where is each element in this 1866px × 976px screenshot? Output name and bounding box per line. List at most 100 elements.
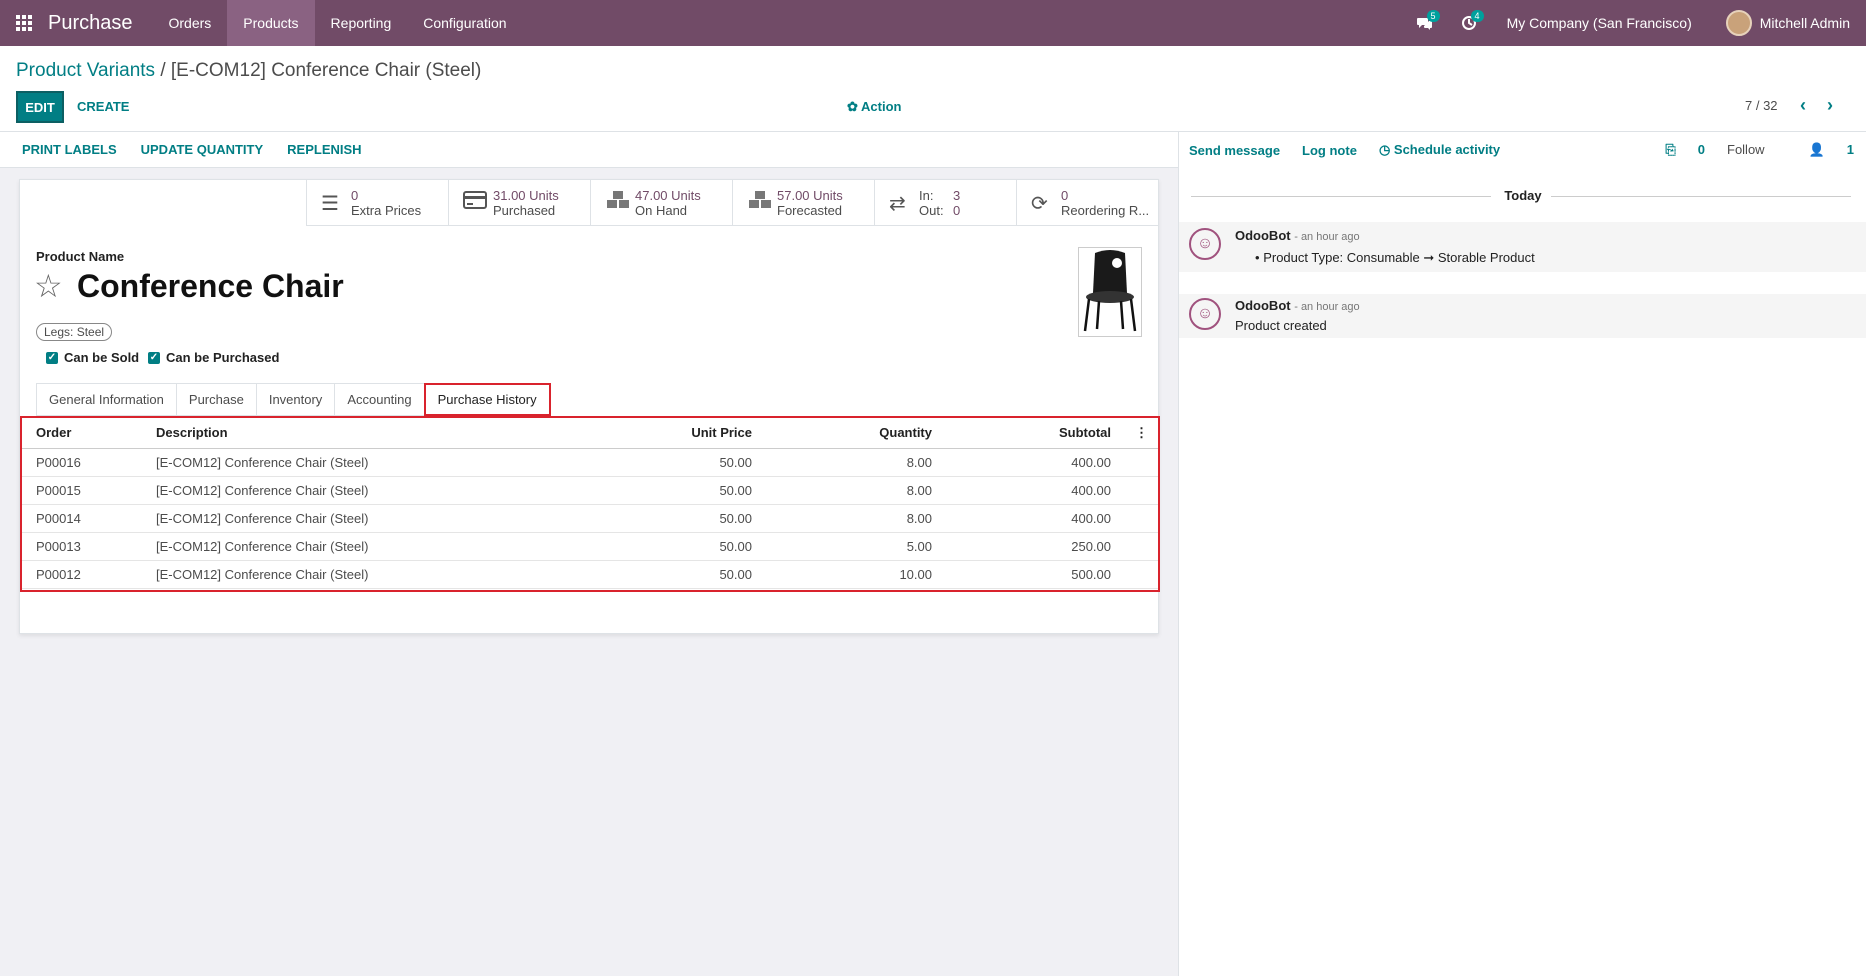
tab-purchase-history[interactable]: Purchase History <box>423 383 551 416</box>
print-labels-button[interactable]: PRINT LABELS <box>10 142 129 157</box>
log-note-button[interactable]: Log note <box>1302 143 1357 158</box>
product-image[interactable] <box>1078 247 1142 337</box>
smart-label: Purchased <box>493 203 556 218</box>
forecasted-button[interactable]: 57.00 Units Forecasted <box>732 180 874 226</box>
cell-subtotal: 400.00 <box>942 504 1121 533</box>
cell-order: P00012 <box>22 560 142 589</box>
tab-purchase[interactable]: Purchase <box>175 383 256 416</box>
pager-next-icon[interactable]: › <box>1827 95 1833 116</box>
notebook-tabs: General Information Purchase Inventory A… <box>36 383 551 416</box>
smart-label: Reordering R... <box>1061 203 1150 218</box>
cell-description: [E-COM12] Conference Chair (Steel) <box>142 532 582 561</box>
cell-subtotal: 400.00 <box>942 448 1121 477</box>
activities-icon[interactable]: 4 <box>1447 0 1491 46</box>
table-header-row: Order Description Unit Price Quantity Su… <box>22 418 1158 449</box>
on-hand-button[interactable]: 47.00 Units On Hand <box>590 180 732 226</box>
attachments-button[interactable]: ⎘ 0 <box>1643 142 1705 158</box>
table-row[interactable]: P00012 [E-COM12] Conference Chair (Steel… <box>22 560 1158 589</box>
cell-subtotal: 500.00 <box>942 560 1121 589</box>
edit-button[interactable]: EDIT <box>16 91 64 123</box>
purchased-button[interactable]: 31.00 Units Purchased <box>448 180 590 226</box>
message-author[interactable]: OdooBot <box>1235 298 1291 313</box>
messages-icon[interactable]: 5 <box>1403 0 1447 46</box>
cell-subtotal: 400.00 <box>942 476 1121 505</box>
menu-configuration[interactable]: Configuration <box>407 0 522 46</box>
cell-unit-price: 50.00 <box>582 448 762 477</box>
cell-empty <box>1121 448 1158 477</box>
column-options-icon[interactable]: ⋮ <box>1121 418 1158 449</box>
send-message-button[interactable]: Send message <box>1189 143 1280 158</box>
can-be-purchased-checkbox[interactable]: ✓ Can be Purchased <box>148 350 279 365</box>
favorite-star-icon[interactable]: ☆ <box>34 267 63 305</box>
top-navbar: Purchase Orders Products Reporting Confi… <box>0 0 1866 46</box>
cell-unit-price: 50.00 <box>582 504 762 533</box>
tab-general-information[interactable]: General Information <box>36 383 176 416</box>
chatter-message: ☺ OdooBot - an hour ago • Product Type: … <box>1179 222 1866 272</box>
app-brand[interactable]: Purchase <box>48 12 153 35</box>
tab-accounting[interactable]: Accounting <box>334 383 424 416</box>
form-sheet: ☰ 0 Extra Prices 31.00 Units Purchased 4… <box>19 179 1160 634</box>
apps-menu-icon[interactable] <box>0 0 48 46</box>
followers-button[interactable]: 👤 1 <box>1787 142 1854 158</box>
cell-order: P00016 <box>22 448 142 477</box>
update-quantity-button[interactable]: UPDATE QUANTITY <box>129 142 276 157</box>
form-statusbar: PRINT LABELS UPDATE QUANTITY REPLENISH <box>0 132 1178 168</box>
cell-description: [E-COM12] Conference Chair (Steel) <box>142 448 582 477</box>
extra-prices-button[interactable]: ☰ 0 Extra Prices <box>306 180 448 226</box>
table-row[interactable]: P00014 [E-COM12] Conference Chair (Steel… <box>22 504 1158 533</box>
cell-empty <box>1121 560 1158 589</box>
smart-label: On Hand <box>635 203 688 218</box>
follow-button[interactable]: Follow <box>1727 142 1765 158</box>
breadcrumb-parent[interactable]: Product Variants <box>16 60 155 81</box>
cubes-icon <box>747 190 777 216</box>
cubes-icon <box>605 190 635 216</box>
refresh-icon: ⟳ <box>1031 192 1048 215</box>
purchase-history-table: Order Description Unit Price Quantity Su… <box>20 416 1160 592</box>
menu-orders[interactable]: Orders <box>153 0 228 46</box>
table-row[interactable]: P00015 [E-COM12] Conference Chair (Steel… <box>22 476 1158 505</box>
cell-empty <box>1121 504 1158 533</box>
column-unit-price[interactable]: Unit Price <box>582 418 762 449</box>
tab-inventory[interactable]: Inventory <box>255 383 335 416</box>
messages-badge: 5 <box>1426 10 1440 22</box>
checkbox-checked-icon: ✓ <box>46 351 58 364</box>
column-description[interactable]: Description <box>142 418 582 449</box>
action-label: Action <box>861 99 902 114</box>
form-view: PRINT LABELS UPDATE QUANTITY REPLENISH ☰… <box>0 132 1178 976</box>
column-quantity[interactable]: Quantity <box>762 418 942 449</box>
cell-quantity: 8.00 <box>762 476 942 505</box>
pager-value[interactable]: 7 / 32 <box>1745 98 1778 113</box>
pager-previous-icon[interactable]: ‹ <box>1800 95 1806 116</box>
table-row[interactable]: P00016 [E-COM12] Conference Chair (Steel… <box>22 448 1158 477</box>
credit-card-icon <box>463 191 493 215</box>
cell-empty <box>1121 476 1158 505</box>
create-button[interactable]: CREATE <box>77 99 129 114</box>
message-body: • Product Type: Consumable ➞ Storable Pr… <box>1255 250 1535 266</box>
user-icon: 👤 <box>1808 142 1825 157</box>
message-author[interactable]: OdooBot <box>1235 228 1291 243</box>
product-name: Conference Chair <box>77 268 344 304</box>
table-row[interactable]: P00013 [E-COM12] Conference Chair (Steel… <box>22 532 1158 561</box>
can-be-sold-checkbox[interactable]: ✓ Can be Sold <box>46 350 139 365</box>
reordering-rules-button[interactable]: ⟳ 0 Reordering R... <box>1016 180 1158 226</box>
cell-unit-price: 50.00 <box>582 560 762 589</box>
product-name-label: Product Name <box>36 249 125 264</box>
user-menu[interactable]: Mitchell Admin <box>1725 10 1866 36</box>
in-out-button[interactable]: ⇄ In: 3 Out: 0 <box>874 180 1016 226</box>
divider <box>1551 196 1851 197</box>
menu-reporting[interactable]: Reporting <box>315 0 408 46</box>
cell-description: [E-COM12] Conference Chair (Steel) <box>142 476 582 505</box>
smart-value: 0 <box>1061 188 1069 203</box>
schedule-activity-label: Schedule activity <box>1393 142 1501 157</box>
action-dropdown[interactable]: ✿ Action <box>847 99 902 115</box>
odoobot-avatar-icon: ☺ <box>1189 298 1221 330</box>
menu-products[interactable]: Products <box>227 0 315 46</box>
schedule-activity-button[interactable]: ◷ Schedule activity <box>1379 142 1500 158</box>
column-subtotal[interactable]: Subtotal <box>942 418 1121 449</box>
message-text: Product created <box>1235 318 1327 333</box>
company-switcher[interactable]: My Company (San Francisco) <box>1491 15 1726 31</box>
smart-value: 31.00 Units <box>493 188 559 203</box>
replenish-button[interactable]: REPLENISH <box>275 142 373 157</box>
column-order[interactable]: Order <box>22 418 142 449</box>
message-text: Product Type: Consumable ➞ Storable Prod… <box>1263 250 1535 265</box>
